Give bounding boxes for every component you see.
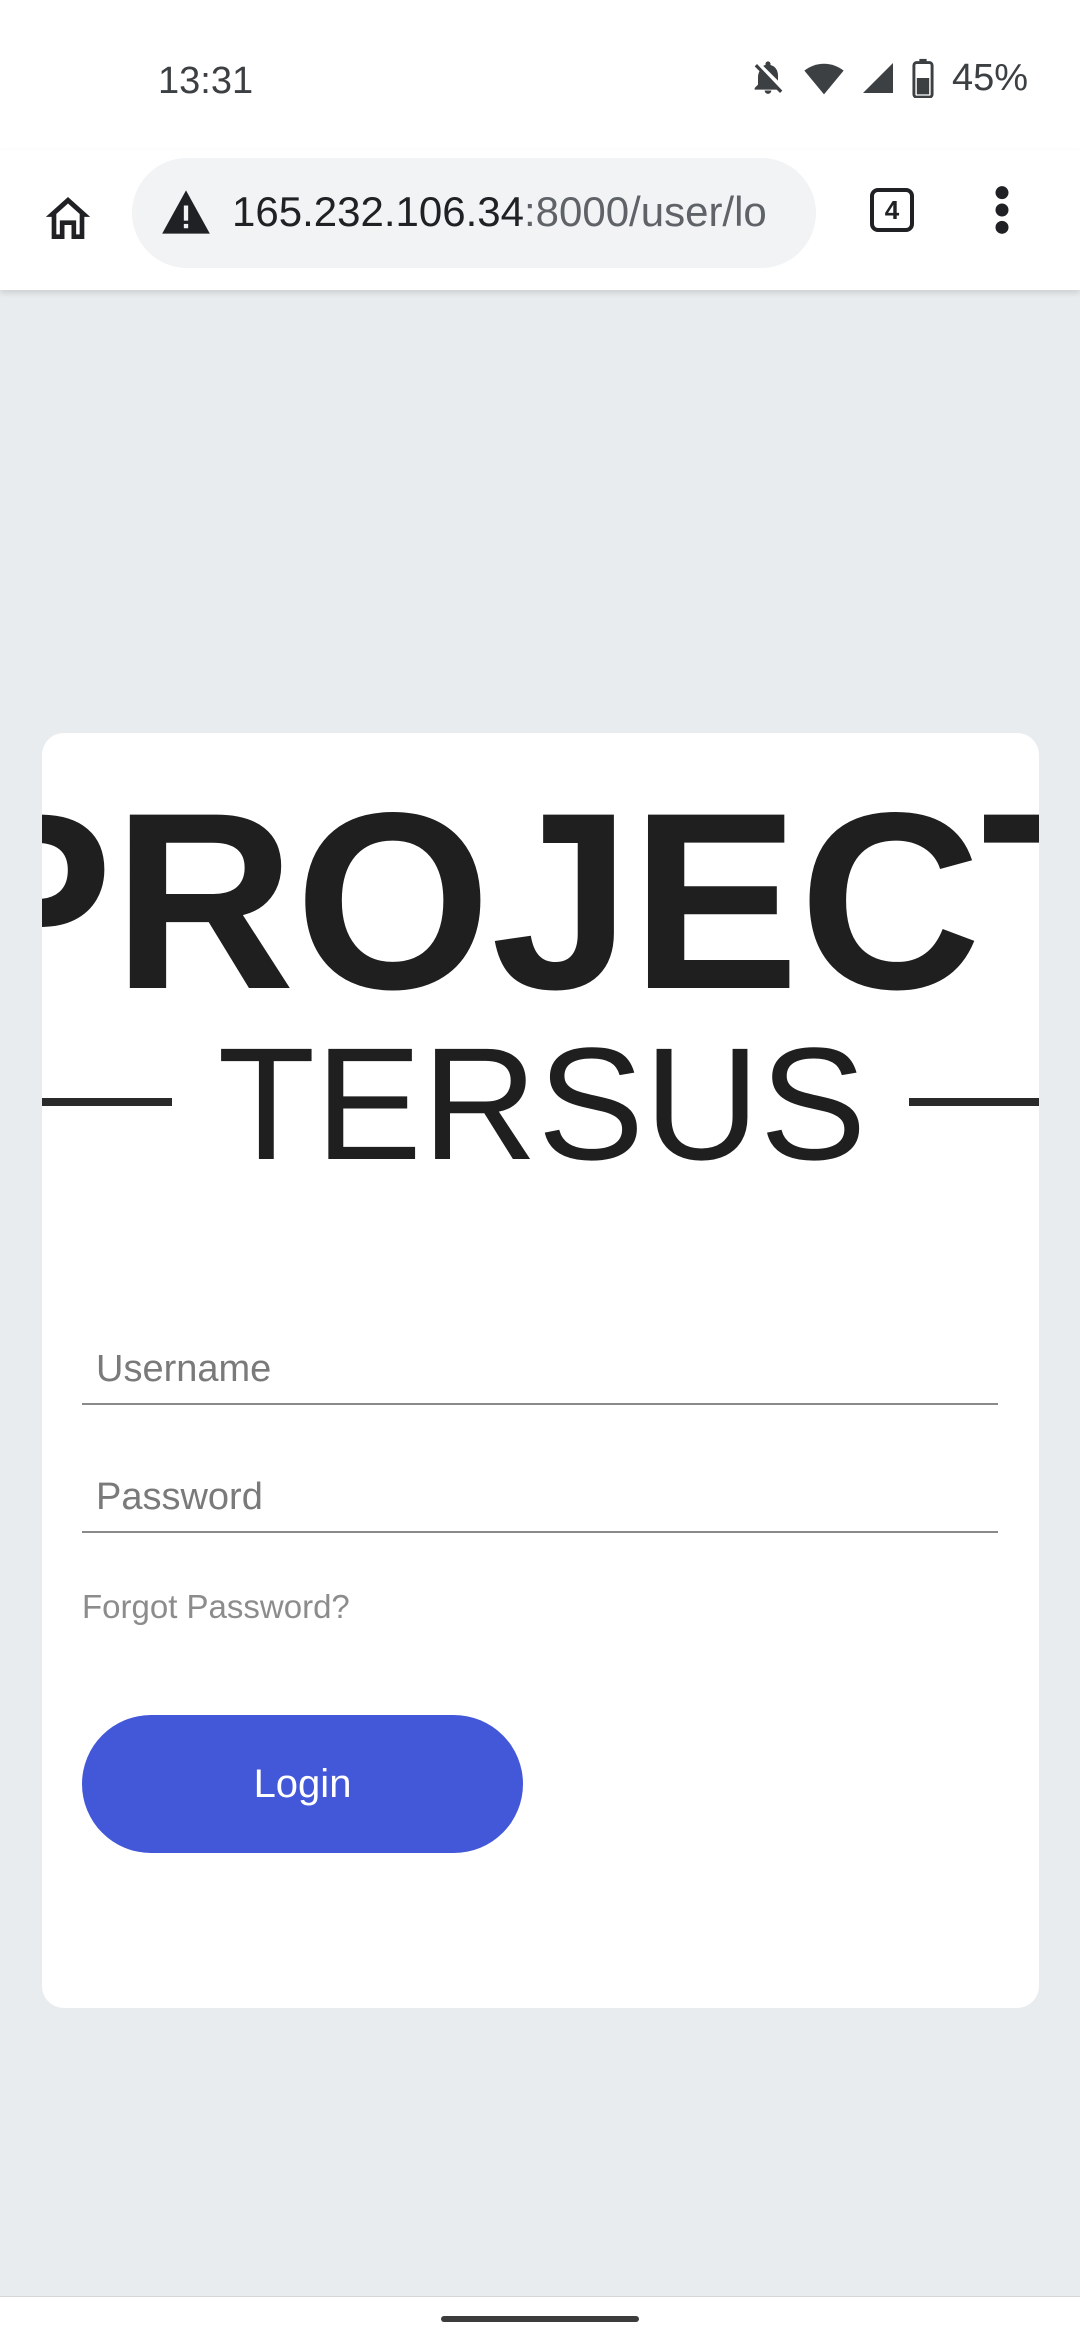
status-time: 13:31	[158, 60, 254, 102]
tab-count: 4	[884, 194, 900, 225]
more-vert-icon	[995, 186, 1009, 234]
logo-word-project: PROJECT	[42, 761, 1039, 1042]
home-icon	[45, 197, 91, 239]
url-path: :8000/user/lo	[523, 188, 767, 235]
notifications-off-icon	[748, 58, 788, 98]
logo-right-line	[909, 1098, 1039, 1106]
battery-percentage: 45%	[951, 56, 1028, 99]
tab-switcher-button[interactable]: 4	[862, 180, 922, 240]
gesture-handle[interactable]	[441, 2316, 639, 2322]
login-button[interactable]: Login	[82, 1715, 523, 1853]
status-bar: 13:31 45%	[0, 0, 1080, 150]
login-card: PROJECT TERSUS Forgot Password? Login	[42, 733, 1039, 2008]
username-input[interactable]	[82, 1339, 998, 1399]
forgot-password-link[interactable]: Forgot Password?	[82, 1588, 350, 1626]
password-field	[82, 1441, 998, 1533]
home-button[interactable]	[28, 178, 108, 258]
logo-word-tersus: TERSUS	[218, 1014, 867, 1193]
tabs-icon: 4	[870, 188, 914, 232]
username-field	[82, 1313, 998, 1405]
url-host: 165.232.106.34	[232, 188, 524, 235]
signal-icon	[860, 60, 896, 96]
browser-toolbar: 165.232.106.34:8000/user/lo 4	[0, 150, 1080, 290]
menu-button[interactable]	[972, 180, 1032, 240]
wifi-icon	[804, 60, 844, 96]
project-tersus-logo: PROJECT TERSUS	[42, 761, 1039, 1193]
status-icons: 45%	[748, 56, 1028, 100]
password-input[interactable]	[82, 1467, 998, 1527]
navigation-bar	[0, 2296, 1080, 2341]
address-bar[interactable]: 165.232.106.34:8000/user/lo	[132, 158, 816, 268]
logo-left-line	[42, 1098, 172, 1106]
not-secure-warning-icon[interactable]	[160, 188, 212, 236]
battery-icon	[912, 58, 934, 98]
url-text[interactable]: 165.232.106.34:8000/user/lo	[232, 186, 792, 238]
